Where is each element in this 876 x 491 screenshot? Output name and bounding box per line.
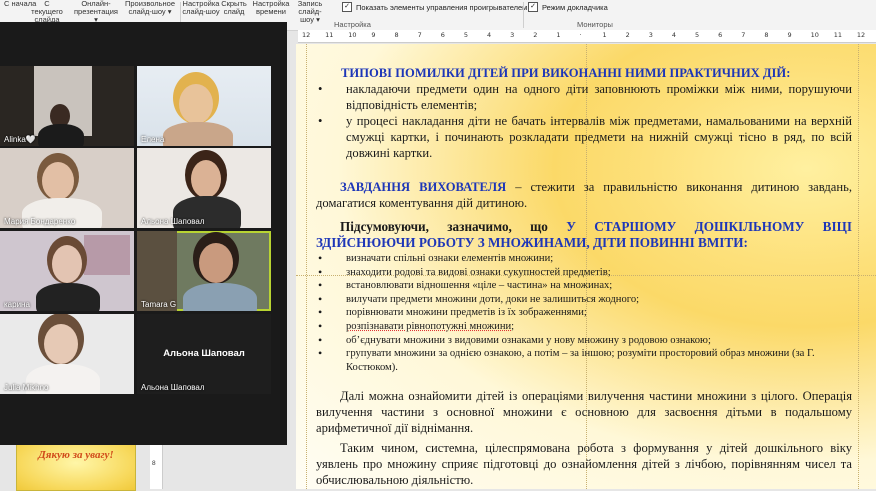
- from-beginning-button[interactable]: С начала: [4, 0, 36, 8]
- list-item: об’єднувати множини з видовими ознаками …: [316, 334, 852, 348]
- participant-tile[interactable]: Мария Бондаренко: [0, 148, 134, 228]
- guide-line: [858, 44, 859, 489]
- custom-slideshow-button[interactable]: Произвольное слайд-шоу ▾: [122, 0, 178, 16]
- checkbox-checked-icon[interactable]: ✓: [528, 2, 538, 12]
- ruler-tick: 7: [741, 31, 746, 39]
- participant-figure: [42, 162, 74, 200]
- presenter-mode-checkbox[interactable]: ✓ Режим докладчика: [528, 2, 608, 12]
- horizontal-ruler: 12 11 10 9 8 7 6 5 4 3 2 1 · 1 2 3 4 5 6 7 8 9 10 11 12: [298, 30, 876, 43]
- ruler-tick: 11: [833, 31, 843, 39]
- participant-figure: [163, 122, 233, 146]
- slide-canvas[interactable]: ТИПОВІ ПОМИЛКИ ДІТЕЙ ПРИ ВИКОНАННІ НИМИ …: [296, 44, 876, 489]
- ruler-tick: 3: [510, 31, 515, 39]
- ribbon-separator: [523, 2, 524, 28]
- skills-list: визначати спільні ознаки елементів множи…: [316, 252, 852, 374]
- participant-tile[interactable]: Julia Mikhno: [0, 314, 134, 394]
- ruler-tick: 4: [486, 31, 492, 39]
- record-slideshow-button[interactable]: Запись слайд-шоу ▾: [292, 0, 328, 24]
- participant-figure: [44, 324, 78, 364]
- errors-list: накладаючи предмети один на одного діти …: [316, 81, 852, 161]
- participant-name: Julia Mikhno: [4, 383, 49, 392]
- participant-name: Tamara G: [141, 300, 177, 309]
- participant-figure: [52, 245, 82, 283]
- paragraph-conclusion: Таким чином, системна, цілеспрямована ро…: [316, 441, 852, 488]
- participant-name: Мария Бондаренко: [4, 217, 76, 226]
- wall-picture: [84, 235, 130, 275]
- video-conference-panel: Alinka🤍 Елена Мария Бондаренко Альона Ша…: [0, 22, 287, 445]
- participant-name: Альона Шаповал: [141, 217, 205, 226]
- list-item: знаходити родові та видові ознаки сукупн…: [316, 266, 852, 280]
- ruler-tick: 2: [625, 31, 630, 39]
- ruler-tick: 1: [556, 31, 561, 39]
- checkbox-checked-icon[interactable]: ✓: [342, 2, 352, 12]
- summary-lead: Підсумовуючи, зазначимо, що: [340, 219, 567, 234]
- participant-name: Елена: [141, 135, 165, 144]
- ruler-tick: 12: [302, 31, 311, 39]
- participant-tile[interactable]: Альона Шаповал: [137, 148, 271, 228]
- ruler-tick: 6: [718, 31, 723, 39]
- participant-figure: [183, 283, 257, 311]
- hide-slide-button[interactable]: Скрыть слайд: [220, 0, 248, 16]
- list-item: у процесі накладання діти не бачать інте…: [316, 113, 852, 161]
- ruler-tick: 1: [602, 31, 607, 39]
- room-background: [137, 231, 177, 311]
- ruler-tick: 8: [764, 31, 769, 39]
- from-current-slide-button[interactable]: С текущего слайда: [28, 0, 66, 24]
- ruler-tick: 3: [648, 31, 653, 39]
- participant-tile-camera-off[interactable]: Альона Шаповал Альона Шаповал: [137, 314, 271, 394]
- participant-tile[interactable]: Елена: [137, 66, 271, 146]
- ruler-tick: 4: [671, 31, 677, 39]
- participant-name: карина: [4, 300, 30, 309]
- show-player-controls-checkbox[interactable]: ✓ Показать элементы управления проигрыва…: [342, 2, 527, 12]
- list-item: групувати множини за однією ознакою, а п…: [316, 347, 852, 374]
- task-label: ЗАВДАННЯ ВИХОВАТЕЛЯ: [340, 180, 507, 194]
- participant-figure: [179, 84, 213, 124]
- setup-slideshow-button[interactable]: Настройка слайд-шоу: [182, 0, 220, 16]
- participant-tile[interactable]: Alinka🤍: [0, 66, 134, 146]
- ruler-tick: 5: [695, 31, 700, 39]
- slide-heading-errors: ТИПОВІ ПОМИЛКИ ДІТЕЙ ПРИ ВИКОНАННІ НИМИ …: [341, 66, 791, 80]
- show-player-controls-label: Показать элементы управления проигрывате…: [356, 2, 528, 12]
- list-item: вилучати предмети множини доти, доки не …: [316, 293, 852, 307]
- ruler-tick: 10: [348, 31, 357, 39]
- ruler-tick: 9: [787, 31, 792, 39]
- list-item: порівнювати множини предметів із їх зобр…: [316, 306, 852, 320]
- paragraph-subtraction: Далі можна ознайомити дітей із операціям…: [316, 389, 852, 436]
- participant-name: Alinka🤍: [4, 135, 36, 144]
- ruler-tick: 10: [810, 31, 819, 39]
- slide-text-box[interactable]: ТИПОВІ ПОМИЛКИ ДІТЕЙ ПРИ ВИКОНАННІ НИМИ …: [316, 65, 852, 488]
- ruler-tick: 6: [440, 31, 445, 39]
- ruler-tick: 8: [152, 460, 156, 467]
- guide-line: [306, 44, 307, 489]
- presenter-mode-label: Режим докладчика: [542, 2, 608, 12]
- participant-display-name: Альона Шаповал: [163, 348, 245, 359]
- online-presentation-button[interactable]: Онлайн-презентация ▾: [72, 0, 120, 24]
- list-item: визначати спільні ознаки елементів множи…: [316, 252, 852, 266]
- ruler-tick: 2: [533, 31, 538, 39]
- participant-figure: [38, 124, 84, 146]
- participant-tile[interactable]: карина: [0, 231, 134, 311]
- participant-tile-active-speaker[interactable]: Tamara G: [137, 231, 271, 311]
- ruler-tick: ·: [579, 31, 582, 39]
- participant-figure: [36, 283, 100, 311]
- ruler-tick: 5: [463, 31, 468, 39]
- ruler-tick: 11: [325, 31, 334, 39]
- participant-figure: [191, 160, 221, 198]
- participant-name: Альона Шаповал: [141, 383, 205, 392]
- ruler-tick: 12: [856, 31, 866, 39]
- ruler-tick: 7: [417, 31, 422, 39]
- thumbnail-text: Дякую за увагу!: [38, 449, 114, 461]
- participant-figure: [199, 243, 233, 283]
- list-item: встановлювати відношення «ціле – частина…: [316, 279, 852, 293]
- ruler-tick: 9: [371, 31, 376, 39]
- group-label-monitors: Мониторы: [577, 20, 613, 29]
- list-item: розпізнавати рівнопотужні множини;: [316, 320, 852, 334]
- task-paragraph: ЗАВДАННЯ ВИХОВАТЕЛЯ – стежити за правиль…: [316, 179, 852, 211]
- list-item: накладаючи предмети один на одного діти …: [316, 81, 852, 113]
- summary-paragraph: Підсумовуючи, зазначимо, що У СТАРШОМУ Д…: [316, 219, 852, 251]
- group-label-settings: Настройка: [334, 20, 371, 29]
- ruler-tick: 8: [394, 31, 399, 39]
- rehearse-timings-button[interactable]: Настройка времени: [252, 0, 290, 16]
- slide-thumbnail[interactable]: Дякую за увагу!: [16, 444, 136, 491]
